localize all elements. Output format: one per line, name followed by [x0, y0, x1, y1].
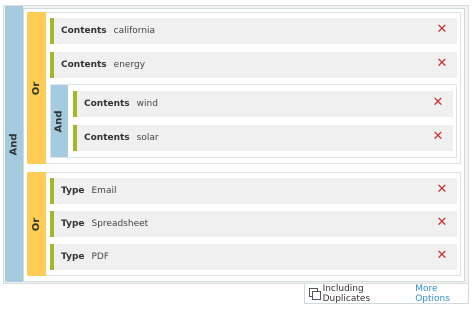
condition-row[interactable]: Contents california ✕ — [50, 18, 457, 44]
delete-icon[interactable]: ✕ — [435, 57, 449, 71]
delete-icon[interactable]: ✕ — [435, 249, 449, 263]
condition-value: PDF — [91, 252, 110, 262]
condition-field: Contents — [84, 99, 130, 109]
operator-or-group-1[interactable]: Or — [27, 12, 46, 164]
delete-icon[interactable]: ✕ — [431, 130, 445, 144]
condition-value: energy — [113, 60, 146, 70]
delete-icon[interactable]: ✕ — [431, 96, 445, 110]
more-options-link[interactable]: More Options — [415, 284, 468, 304]
operator-and-nested[interactable]: And — [51, 85, 68, 157]
operator-or-group-2[interactable]: Or — [27, 172, 46, 276]
duplicate-icon[interactable] — [309, 287, 321, 300]
options-footer: Including Duplicates More Options — [304, 284, 469, 304]
condition-field: Contents — [61, 26, 107, 36]
condition-field: Contents — [61, 60, 107, 70]
condition-value: Email — [91, 186, 117, 196]
condition-field: Type — [61, 186, 85, 196]
condition-row[interactable]: Contents energy ✕ — [50, 52, 457, 78]
condition-field: Type — [61, 252, 85, 262]
delete-icon[interactable]: ✕ — [435, 183, 449, 197]
operator-and-root[interactable]: And — [5, 6, 23, 282]
condition-value: wind — [136, 99, 158, 109]
condition-field: Contents — [84, 133, 130, 143]
including-duplicates-label[interactable]: Including Duplicates — [323, 284, 404, 304]
operator-label: And — [8, 132, 20, 156]
condition-value: california — [113, 26, 156, 36]
delete-icon[interactable]: ✕ — [435, 23, 449, 37]
condition-value: solar — [136, 133, 159, 143]
condition-row[interactable]: Type Spreadsheet ✕ — [50, 211, 457, 237]
condition-value: Spreadsheet — [91, 219, 149, 229]
operator-label: And — [54, 109, 65, 133]
condition-row[interactable]: Type Email ✕ — [50, 178, 457, 204]
condition-row[interactable]: Type PDF ✕ — [50, 244, 457, 270]
operator-label: Or — [31, 217, 42, 231]
condition-row[interactable]: Contents wind ✕ — [73, 91, 453, 117]
operator-label: Or — [31, 81, 42, 95]
condition-row[interactable]: Contents solar ✕ — [73, 125, 453, 151]
condition-field: Type — [61, 219, 85, 229]
delete-icon[interactable]: ✕ — [435, 216, 449, 230]
